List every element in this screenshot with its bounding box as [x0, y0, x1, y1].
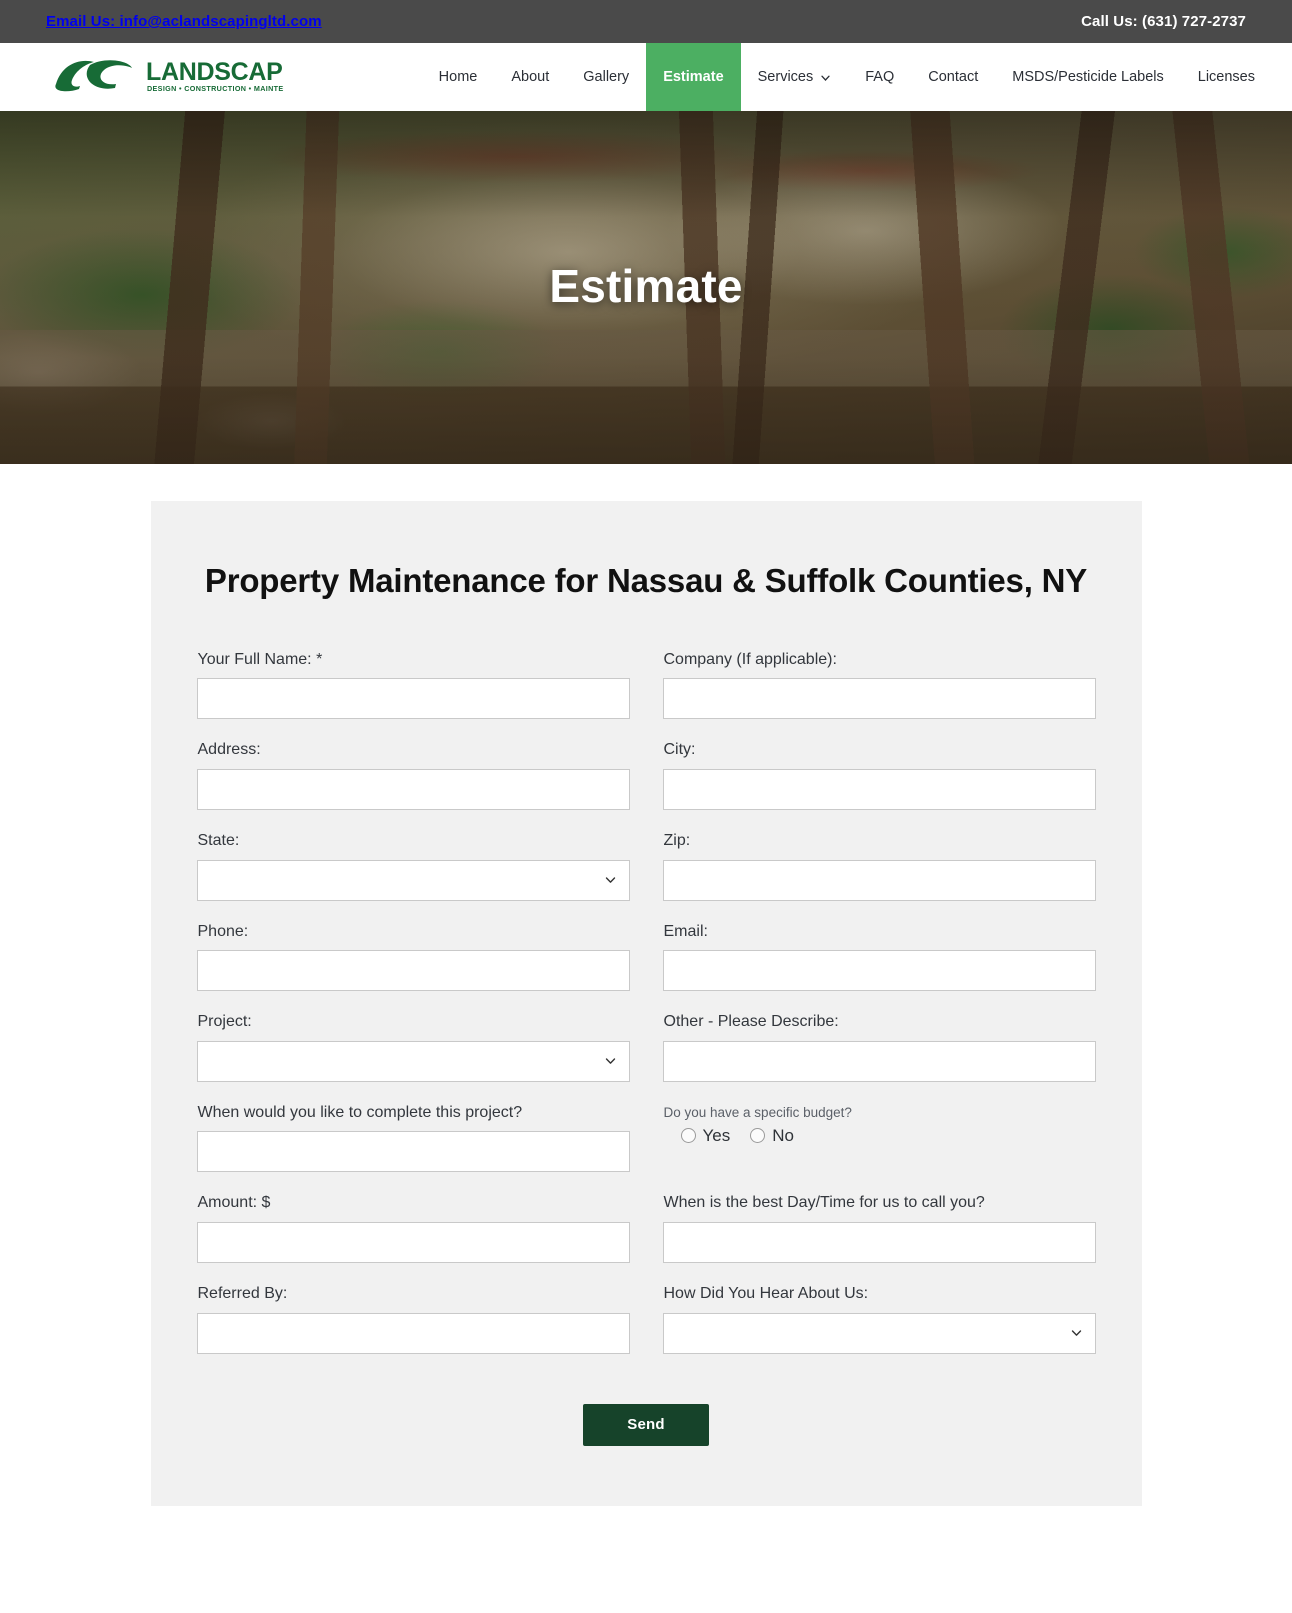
budget-no-label: No — [772, 1126, 794, 1146]
nav-label: Estimate — [663, 68, 724, 85]
radio-circle-icon[interactable] — [680, 1128, 696, 1144]
field-city: City: — [662, 739, 1096, 811]
label-address: Address: — [197, 741, 261, 759]
field-state: State: — [196, 830, 630, 901]
city-input[interactable] — [662, 769, 1096, 811]
address-input[interactable] — [196, 769, 630, 811]
nav-label: Home — [438, 68, 478, 85]
nav-item-about[interactable]: About — [494, 43, 566, 111]
field-how-heard: How Did You Hear About Us: — [662, 1283, 1096, 1354]
amount-input[interactable] — [196, 1222, 630, 1264]
zip-input[interactable] — [662, 859, 1096, 901]
nav-label: FAQ — [865, 68, 895, 85]
nav-label: Licenses — [1197, 68, 1255, 85]
nav-label: Gallery — [583, 68, 630, 85]
nav-item-gallery[interactable]: Gallery — [566, 43, 646, 111]
referred-by-input[interactable] — [196, 1312, 630, 1354]
field-project: Project: — [196, 1011, 630, 1082]
other-describe-input[interactable] — [662, 1040, 1096, 1082]
how-heard-select[interactable] — [662, 1312, 1096, 1354]
field-phone: Phone: — [196, 921, 630, 992]
field-address: Address: — [196, 739, 630, 811]
state-select-wrap — [196, 859, 630, 901]
project-select[interactable] — [196, 1040, 630, 1082]
budget-yes-label: Yes — [702, 1126, 731, 1146]
nav-item-licenses[interactable]: Licenses — [1181, 43, 1272, 111]
field-budget: Do you have a specific budget? Yes No — [663, 1102, 1096, 1173]
field-full-name: Your Full Name: * — [196, 649, 630, 720]
label-company: Company (If applicable): — [663, 650, 837, 668]
call-us-link[interactable]: Call Us: (631) 727-2737 — [1081, 13, 1246, 30]
label-how-heard: How Did You Hear About Us: — [663, 1285, 869, 1303]
label-amount: Amount: $ — [197, 1194, 271, 1212]
label-zip: Zip: — [663, 832, 691, 850]
budget-radio-no[interactable]: No — [750, 1127, 794, 1144]
send-button[interactable]: Send — [583, 1403, 709, 1446]
label-other-describe: Other - Please Describe: — [663, 1013, 839, 1031]
budget-radio-group: Yes No — [663, 1127, 1096, 1144]
form-heading: Property Maintenance for Nassau & Suffol… — [204, 562, 1088, 599]
best-time-input[interactable] — [662, 1222, 1096, 1264]
budget-radio-yes[interactable]: Yes — [680, 1126, 731, 1146]
state-select[interactable] — [196, 859, 630, 901]
nav-item-contact[interactable]: Contact — [911, 43, 995, 111]
nav-item-faq[interactable]: FAQ — [848, 43, 911, 111]
page-body: Property Maintenance for Nassau & Suffol… — [0, 464, 1292, 1566]
label-referred-by: Referred By: — [197, 1285, 288, 1303]
radio-circle-icon[interactable] — [750, 1128, 766, 1144]
label-phone: Phone: — [197, 922, 249, 940]
label-city: City: — [663, 741, 696, 759]
email-input[interactable] — [662, 950, 1096, 992]
field-complete-when: When would you like to complete this pro… — [196, 1102, 630, 1173]
nav-item-msds-pesticide-labels[interactable]: MSDS/Pesticide Labels — [995, 43, 1181, 111]
submit-row: Send — [197, 1403, 1096, 1446]
site-logo[interactable]: LANDSCAPING DESIGN • CONSTRUCTION • MAIN… — [46, 43, 284, 111]
chevron-down-icon — [820, 73, 831, 84]
label-state: State: — [197, 832, 240, 850]
label-budget-question: Do you have a specific budget? — [663, 1104, 852, 1120]
phone-input[interactable] — [196, 950, 630, 992]
nav-label: Contact — [928, 68, 979, 85]
main-navbar: LANDSCAPING DESIGN • CONSTRUCTION • MAIN… — [0, 43, 1292, 111]
label-complete-when: When would you like to complete this pro… — [197, 1103, 523, 1121]
nav-label: Services — [757, 68, 814, 85]
project-select-wrap — [196, 1040, 630, 1082]
complete-when-input[interactable] — [196, 1131, 630, 1173]
top-contact-bar: Email Us: info@aclandscapingltd.com Call… — [0, 0, 1292, 43]
label-full-name: Your Full Name: * — [197, 650, 323, 668]
label-email: Email: — [663, 922, 708, 940]
nav-item-home[interactable]: Home — [422, 43, 495, 111]
estimate-form: Your Full Name: * Company (If applicable… — [196, 649, 1096, 1374]
label-project: Project: — [197, 1013, 252, 1031]
svg-text:LANDSCAPING: LANDSCAPING — [146, 58, 284, 86]
email-us-link[interactable]: Email Us: info@aclandscapingltd.com — [46, 13, 322, 30]
hero-banner: Estimate — [0, 111, 1292, 464]
field-email: Email: — [662, 921, 1096, 992]
estimate-form-panel: Property Maintenance for Nassau & Suffol… — [150, 501, 1142, 1506]
field-zip: Zip: — [662, 830, 1096, 901]
field-referred-by: Referred By: — [196, 1283, 630, 1354]
company-input[interactable] — [662, 678, 1096, 720]
page-title: Estimate — [549, 260, 743, 312]
field-best-time: When is the best Day/Time for us to call… — [662, 1192, 1096, 1264]
field-company: Company (If applicable): — [662, 649, 1096, 720]
nav-label: About — [511, 68, 550, 85]
full-name-input[interactable] — [196, 678, 630, 720]
field-other-describe: Other - Please Describe: — [662, 1011, 1096, 1082]
nav-item-estimate[interactable]: Estimate — [646, 43, 741, 111]
field-amount: Amount: $ — [196, 1192, 630, 1264]
label-best-time: When is the best Day/Time for us to call… — [663, 1194, 985, 1212]
how-heard-select-wrap — [662, 1312, 1096, 1354]
nav-menu: Home About Gallery Estimate Services FAQ… — [422, 43, 1272, 111]
nav-label: MSDS/Pesticide Labels — [1012, 68, 1164, 85]
nav-item-services[interactable]: Services — [741, 43, 849, 111]
svg-text:DESIGN • CONSTRUCTION • MAINTE: DESIGN • CONSTRUCTION • MAINTENANCE — [147, 84, 284, 93]
ac-landscaping-logo-icon: LANDSCAPING DESIGN • CONSTRUCTION • MAIN… — [55, 58, 284, 93]
